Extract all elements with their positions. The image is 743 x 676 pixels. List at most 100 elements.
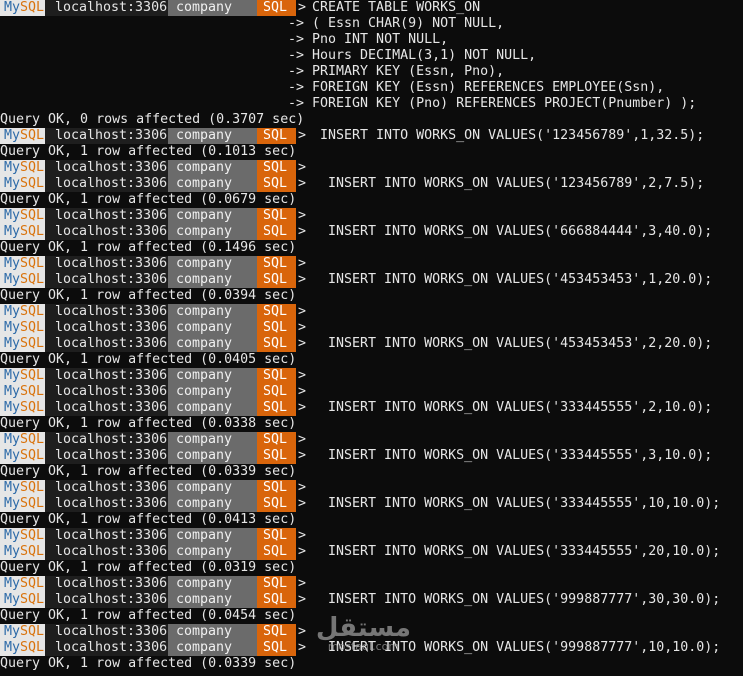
prompt-line[interactable]: MySQL localhost:3306 company SQL > [0, 624, 743, 640]
prompt-host-segment: localhost:3306 [45, 496, 168, 512]
command-text[interactable]: INSERT INTO WORKS_ON VALUES('453453453',… [306, 336, 712, 352]
prompt-my-text: My [4, 432, 21, 447]
prompt-line[interactable]: MySQL localhost:3306 company SQL > [0, 160, 743, 176]
prompt-line[interactable]: MySQL localhost:3306 company SQL > INSERT INT… [0, 544, 743, 560]
prompt-mysql-segment: MySQL [0, 368, 45, 384]
prompt-mysql-segment: MySQL [0, 256, 45, 272]
continuation-arrow: -> [288, 96, 305, 111]
prompt-arrow: > [298, 592, 307, 607]
prompt-sql-text: SQL [20, 272, 45, 287]
prompt-arrow: > [298, 480, 307, 495]
query-result-line: Query OK, 1 row affected (0.0405 sec) [0, 352, 743, 368]
command-text[interactable]: INSERT INTO WORKS_ON VALUES('333445555',… [306, 544, 720, 560]
prompt-sql-text: SQL [20, 128, 45, 143]
terminal-output: MySQL localhost:3306 company SQL > CREATE TAB… [0, 0, 743, 672]
prompt-host-segment: localhost:3306 [45, 528, 168, 544]
continuation-line: -> ( Essn CHAR(9) NOT NULL, [0, 16, 743, 32]
prompt-arrow: > [298, 640, 307, 655]
prompt-line[interactable]: MySQL localhost:3306 company SQL > INSERT INT… [0, 224, 743, 240]
prompt-my-text: My [4, 384, 21, 399]
prompt-arrow: > [298, 528, 307, 543]
prompt-sql-text: SQL [20, 320, 45, 335]
continuation-line: -> PRIMARY KEY (Essn, Pno), [0, 64, 743, 80]
query-result-text: Query OK, 1 row affected (0.1013 sec) [0, 144, 297, 159]
continuation-line: -> Pno INT NOT NULL, [0, 32, 743, 48]
prompt-arrow: > [298, 496, 307, 511]
query-result-text: Query OK, 0 rows affected (0.3707 sec) [0, 112, 305, 127]
prompt-mysql-segment: MySQL [0, 528, 45, 544]
prompt-my-text: My [4, 496, 21, 511]
prompt-host-segment: localhost:3306 [45, 384, 168, 400]
continuation-text: Pno INT NOT NULL, [312, 32, 449, 47]
prompt-database-segment: company [168, 224, 257, 240]
prompt-mysql-segment: MySQL [0, 640, 45, 656]
query-result-line: Query OK, 0 rows affected (0.3707 sec) [0, 112, 743, 128]
prompt-line[interactable]: MySQL localhost:3306 company SQL > INSERT INT… [0, 336, 743, 352]
query-result-text: Query OK, 1 row affected (0.0338 sec) [0, 416, 297, 431]
command-text[interactable]: INSERT INTO WORKS_ON VALUES('666884444',… [306, 224, 712, 240]
prompt-line[interactable]: MySQL localhost:3306 company SQL > INSERT INT… [0, 176, 743, 192]
prompt-line[interactable]: MySQL localhost:3306 company SQL > [0, 576, 743, 592]
prompt-arrow: > [298, 432, 307, 447]
prompt-arrow: > [298, 272, 307, 287]
prompt-line[interactable]: MySQL localhost:3306 company SQL > [0, 368, 743, 384]
prompt-mysql-segment: MySQL [0, 496, 45, 512]
prompt-line[interactable]: MySQL localhost:3306 company SQL > [0, 304, 743, 320]
command-text[interactable]: INSERT INTO WORKS_ON VALUES('999887777',… [306, 640, 720, 656]
prompt-line[interactable]: MySQL localhost:3306 company SQL > INSERT INT… [0, 448, 743, 464]
prompt-line[interactable]: MySQL localhost:3306 company SQL > INSERT INT… [0, 640, 743, 656]
prompt-line[interactable]: MySQL localhost:3306 company SQL > [0, 528, 743, 544]
prompt-mode-segment: SQL [257, 624, 296, 640]
prompt-host-segment: localhost:3306 [45, 432, 168, 448]
prompt-line[interactable]: MySQL localhost:3306 company SQL > [0, 256, 743, 272]
query-result-line: Query OK, 1 row affected (0.0339 sec) [0, 464, 743, 480]
command-text[interactable]: INSERT INTO WORKS_ON VALUES('123456789',… [306, 176, 704, 192]
prompt-my-text: My [4, 528, 21, 543]
prompt-database-segment: company [168, 0, 257, 16]
prompt-line[interactable]: MySQL localhost:3306 company SQL > [0, 320, 743, 336]
prompt-sql-text: SQL [20, 160, 45, 175]
prompt-host-segment: localhost:3306 [45, 0, 168, 16]
query-result-line: Query OK, 1 row affected (0.1013 sec) [0, 144, 743, 160]
prompt-my-text: My [4, 208, 21, 223]
command-text[interactable]: INSERT INTO WORKS_ON VALUES('333445555',… [306, 496, 720, 512]
continuation-text: ( Essn CHAR(9) NOT NULL, [312, 16, 505, 31]
query-result-text: Query OK, 1 row affected (0.0339 sec) [0, 464, 297, 479]
prompt-arrow: > [298, 624, 307, 639]
prompt-line[interactable]: MySQL localhost:3306 company SQL > [0, 384, 743, 400]
prompt-host-segment: localhost:3306 [45, 304, 168, 320]
prompt-mysql-segment: MySQL [0, 320, 45, 336]
prompt-sql-text: SQL [20, 224, 45, 239]
prompt-host-segment: localhost:3306 [45, 480, 168, 496]
prompt-mode-segment: SQL [257, 544, 296, 560]
prompt-line[interactable]: MySQL localhost:3306 company SQL > INSERT INT… [0, 128, 743, 144]
prompt-database-segment: company [168, 176, 257, 192]
continuation-line: -> FOREIGN KEY (Essn) REFERENCES EMPLOYEE… [0, 80, 743, 96]
prompt-line[interactable]: MySQL localhost:3306 company SQL > CREATE TAB… [0, 0, 743, 16]
prompt-line[interactable]: MySQL localhost:3306 company SQL > INSERT INT… [0, 592, 743, 608]
command-text[interactable]: INSERT INTO WORKS_ON VALUES('999887777',… [306, 592, 720, 608]
prompt-database-segment: company [168, 448, 257, 464]
prompt-line[interactable]: MySQL localhost:3306 company SQL > [0, 480, 743, 496]
prompt-host-segment: localhost:3306 [45, 336, 168, 352]
command-text[interactable]: CREATE TABLE WORKS_ON [306, 0, 480, 16]
prompt-database-segment: company [168, 640, 257, 656]
prompt-my-text: My [4, 320, 21, 335]
prompt-line[interactable]: MySQL localhost:3306 company SQL > [0, 208, 743, 224]
command-text[interactable]: INSERT INTO WORKS_ON VALUES('333445555',… [306, 400, 712, 416]
prompt-line[interactable]: MySQL localhost:3306 company SQL > [0, 432, 743, 448]
prompt-my-text: My [4, 160, 21, 175]
prompt-line[interactable]: MySQL localhost:3306 company SQL > INSERT INT… [0, 496, 743, 512]
command-text[interactable]: INSERT INTO WORKS_ON VALUES('333445555',… [306, 448, 712, 464]
prompt-my-text: My [4, 176, 21, 191]
prompt-database-segment: company [168, 592, 257, 608]
prompt-line[interactable]: MySQL localhost:3306 company SQL > INSERT INT… [0, 400, 743, 416]
command-text[interactable]: INSERT INTO WORKS_ON VALUES('123456789',… [306, 128, 704, 144]
query-result-line: Query OK, 1 row affected (0.0339 sec) [0, 656, 743, 672]
prompt-mysql-segment: MySQL [0, 432, 45, 448]
command-text[interactable]: INSERT INTO WORKS_ON VALUES('453453453',… [306, 272, 712, 288]
terminal-window[interactable]: MySQL localhost:3306 company SQL > CREATE TAB… [0, 0, 743, 676]
prompt-line[interactable]: MySQL localhost:3306 company SQL > INSERT INT… [0, 272, 743, 288]
prompt-arrow: > [298, 208, 307, 223]
continuation-line: -> Hours DECIMAL(3,1) NOT NULL, [0, 48, 743, 64]
